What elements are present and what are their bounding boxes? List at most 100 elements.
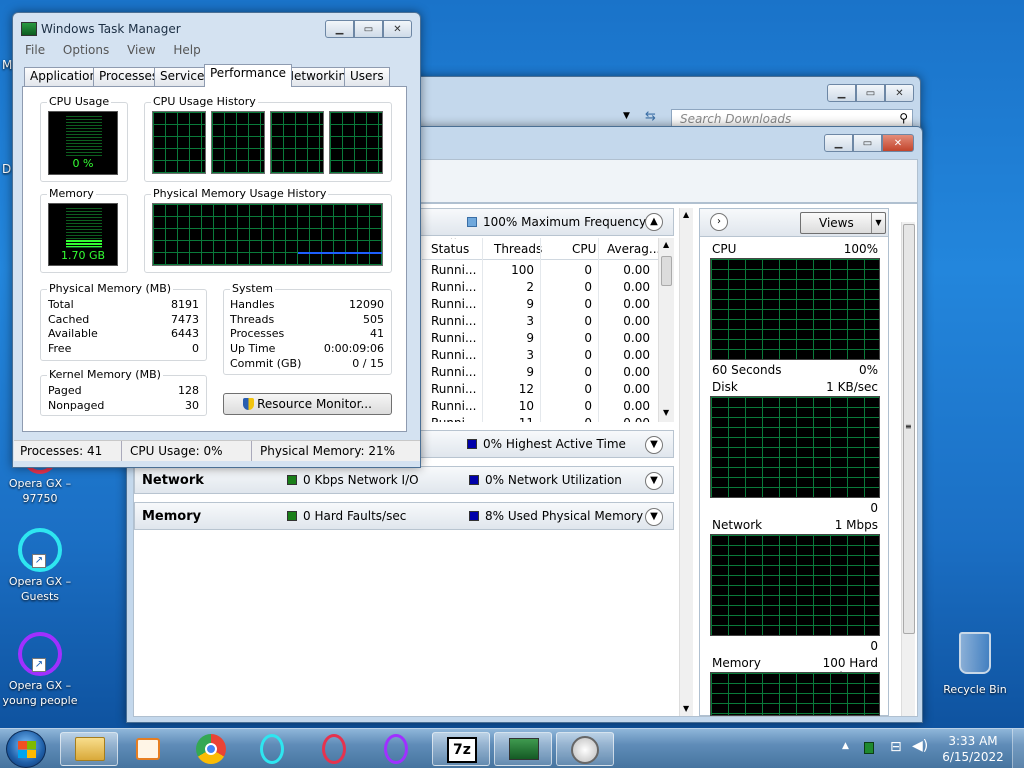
taskbar-opera-gx-cyan[interactable]	[244, 732, 302, 766]
scroll-up-arrow-icon[interactable]: ▲	[683, 210, 689, 219]
stat-row: Processes 41	[230, 327, 384, 342]
table-row[interactable]: Runni... 3 0 0.00	[422, 348, 658, 365]
table-row[interactable]: Runni... 9 0 0.00	[422, 297, 658, 314]
address-dropdown-icon[interactable]: ▼	[623, 111, 630, 121]
table-row[interactable]: Runni... 9 0 0.00	[422, 365, 658, 382]
resource-monitor-button[interactable]: Resource Monitor...	[223, 393, 392, 415]
desktop-icon-opera-gx-young-people[interactable]: ↗ Opera GX – young people	[0, 632, 80, 708]
network-tray-icon[interactable]: ⊟	[890, 739, 902, 755]
scroll-down-arrow-icon[interactable]: ▼	[683, 704, 689, 713]
resmon-memory-section[interactable]: Memory 0 Hard Faults/sec 8% Used Physica…	[134, 502, 674, 530]
cpu-usage-meter: 0 %	[48, 111, 118, 175]
taskbar-7zip[interactable]: 7z	[432, 732, 490, 766]
resmon-cpu-header[interactable]: 100% Maximum Frequency ▲	[420, 208, 674, 236]
table-row[interactable]: Runni... 12 0 0.00	[422, 382, 658, 399]
taskbar-resource-monitor[interactable]	[556, 732, 614, 766]
volume-tray-icon[interactable]: ◀)	[912, 738, 928, 754]
tab-users[interactable]: Users	[344, 67, 390, 86]
clock[interactable]: 3:33 AM 6/15/2022	[940, 733, 1006, 765]
collapse-chevron-icon[interactable]: ▲	[645, 213, 663, 231]
cpu-history-title: CPU Usage History	[151, 95, 258, 109]
scroll-thumb[interactable]	[661, 256, 672, 286]
table-row[interactable]: Runni... 10 0 0.00	[422, 399, 658, 416]
close-button[interactable]: ✕	[383, 20, 412, 38]
stat-row: Available 6443	[48, 327, 199, 342]
memory-history-title: Physical Memory Usage History	[151, 187, 329, 201]
table-row[interactable]: Runni... 3 0 0.00	[422, 314, 658, 331]
table-row[interactable]: Runni... 11 0 0.00	[422, 416, 658, 422]
table-scrollbar[interactable]: ▲ ▼	[658, 238, 674, 422]
close-button[interactable]: ✕	[882, 134, 914, 152]
memory-section-title: Memory	[142, 509, 202, 524]
maximize-button[interactable]: ▭	[853, 134, 882, 152]
tab-performance[interactable]: Performance	[204, 64, 293, 87]
views-label: Views	[819, 216, 854, 230]
taskbar-task-manager[interactable]	[494, 732, 552, 766]
desktop-icon-recycle-bin[interactable]: Recycle Bin	[935, 632, 1015, 697]
resource-monitor-icon	[571, 736, 599, 764]
explorer-icon	[75, 737, 105, 761]
taskbar-chrome[interactable]	[182, 732, 240, 766]
menu-view[interactable]: View	[127, 43, 155, 57]
resmon-network-section[interactable]: Network 0 Kbps Network I/O 0% Network Ut…	[134, 466, 674, 494]
tray-task-manager-icon[interactable]	[864, 742, 874, 754]
cell-threads: 2	[526, 280, 534, 294]
scroll-up-arrow-icon[interactable]: ▲	[663, 240, 669, 249]
close-button[interactable]: ✕	[885, 84, 914, 102]
show-hidden-icons-arrow-icon[interactable]: ▲	[842, 741, 849, 751]
column-header-threads[interactable]: Threads	[494, 242, 542, 256]
maximize-button[interactable]: ▭	[354, 20, 383, 38]
taskbar-opera-gx-red[interactable]	[306, 732, 364, 766]
network-graph	[710, 534, 880, 636]
taskbar-explorer[interactable]	[60, 732, 118, 766]
stat-value: 41	[370, 327, 384, 341]
opera-gx-icon: ↗	[18, 632, 62, 676]
status-cpu-usage: CPU Usage: 0%	[122, 441, 252, 461]
stat-value: 0	[192, 342, 199, 356]
table-row[interactable]: Runni... 9 0 0.00	[422, 331, 658, 348]
7zip-icon: 7z	[447, 737, 477, 763]
network-graph-max: 1 Mbps	[834, 518, 878, 532]
opera-purple-icon	[384, 734, 408, 764]
desktop-icon-label: Opera GX – 97750	[8, 477, 72, 505]
menu-options[interactable]: Options	[63, 43, 109, 57]
graph-pane-toolbar: › Views ▼	[700, 209, 888, 237]
column-header-cpu[interactable]: CPU	[572, 242, 596, 256]
collapse-pane-chevron-icon[interactable]: ›	[710, 213, 728, 231]
resmon-disk-header[interactable]: 0% Highest Active Time ▼	[420, 430, 674, 458]
stat-row: Total 8191	[48, 298, 199, 313]
expand-chevron-icon[interactable]: ▼	[645, 436, 663, 454]
taskbar-opera-gx-purple[interactable]	[368, 732, 426, 766]
column-header-status[interactable]: Status	[431, 242, 469, 256]
cpu-history-graph-core3	[329, 111, 383, 174]
scroll-down-arrow-icon[interactable]: ▼	[663, 408, 669, 417]
minimize-button[interactable]: ▁	[325, 20, 354, 38]
minimize-button[interactable]: ▁	[824, 134, 853, 152]
start-button[interactable]	[6, 730, 46, 768]
taskbar-media-player[interactable]	[120, 732, 178, 766]
cell-avg: 0.00	[623, 297, 650, 311]
stat-value: 7473	[171, 312, 199, 326]
desktop-icon-opera-gx-guests[interactable]: ↗ Opera GX – Guests	[0, 528, 80, 604]
column-header-average[interactable]: Averag...	[607, 242, 660, 256]
expand-chevron-icon[interactable]: ▼	[645, 508, 663, 526]
minimize-button[interactable]: ▁	[827, 84, 856, 102]
menu-help[interactable]: Help	[173, 43, 200, 57]
memory-meter-fill	[66, 240, 102, 247]
show-desktop-button[interactable]	[1012, 729, 1024, 768]
hard-faults-text: 0 Hard Faults/sec	[303, 509, 407, 523]
maximize-button[interactable]: ▭	[856, 84, 885, 102]
shortcut-arrow-icon: ↗	[32, 554, 46, 568]
graph-pane-scrollbar[interactable]: ≡	[901, 222, 915, 716]
memory-history-line	[298, 252, 382, 254]
table-row[interactable]: Runni... 100 0 0.00	[422, 263, 658, 280]
expand-chevron-icon[interactable]: ▼	[645, 472, 663, 490]
views-dropdown-button[interactable]: Views ▼	[800, 212, 886, 234]
memory-meter: 1.70 GB	[48, 203, 118, 266]
resmon-left-scrollbar[interactable]: ▲ ▼	[679, 208, 693, 716]
refresh-icon[interactable]: ⇆	[645, 109, 656, 124]
cpu-graph-timespan: 60 Seconds	[712, 363, 782, 377]
stat-row: Cached 7473	[48, 313, 199, 328]
table-row[interactable]: Runni... 2 0 0.00	[422, 280, 658, 297]
menu-file[interactable]: File	[25, 43, 45, 57]
